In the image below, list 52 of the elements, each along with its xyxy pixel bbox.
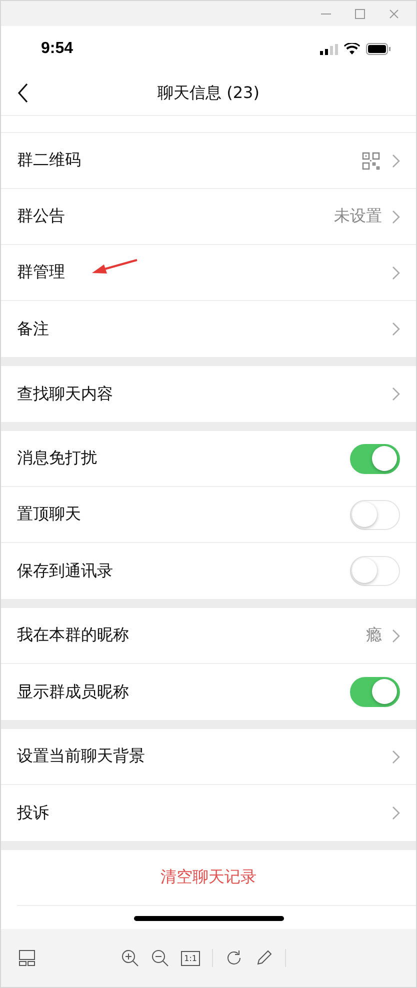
row-label: 置顶聊天 xyxy=(17,504,81,525)
row-label: 我在本群的昵称 xyxy=(17,625,129,646)
status-time: 9:54 xyxy=(41,40,74,58)
row-label: 群公告 xyxy=(17,206,65,227)
settings-row[interactable]: 投诉 xyxy=(1,785,416,841)
row-label: 查找聊天内容 xyxy=(17,384,113,404)
clear-history-button[interactable]: 清空聊天记录 xyxy=(160,867,256,888)
battery-icon xyxy=(366,43,391,55)
toggle-switch[interactable] xyxy=(350,444,400,474)
toggle-row[interactable]: 保存到通讯录 xyxy=(1,543,416,599)
signal-icon xyxy=(320,44,338,54)
row-label: 投诉 xyxy=(17,802,49,824)
wifi-icon xyxy=(344,43,360,55)
chevron-right-icon xyxy=(392,322,400,336)
toggle-row[interactable]: 消息免打扰 xyxy=(1,431,416,487)
chevron-right-icon xyxy=(392,210,400,224)
row-label: 显示群成员昵称 xyxy=(17,682,129,702)
settings-row[interactable]: 查找聊天内容 xyxy=(1,366,416,422)
pencil-icon[interactable] xyxy=(255,949,273,967)
settings-row[interactable]: 群管理 xyxy=(1,245,416,301)
chevron-right-icon xyxy=(392,806,400,820)
page-title: 聊天信息 (23) xyxy=(158,83,260,104)
settings-row[interactable]: 我在本群的昵称 瘾 xyxy=(1,608,416,664)
row-label: 备注 xyxy=(17,318,49,340)
toggle-row[interactable]: 显示群成员昵称 xyxy=(1,664,416,720)
chevron-right-icon xyxy=(392,750,400,764)
row-label: 消息免打扰 xyxy=(17,448,97,469)
zoom-in-icon[interactable] xyxy=(121,949,140,967)
back-icon[interactable] xyxy=(17,83,29,103)
layout-icon[interactable] xyxy=(19,950,35,966)
row-value: 未设置 xyxy=(334,206,382,227)
actual-size-button[interactable]: 1:1 xyxy=(181,950,200,966)
settings-row[interactable]: 群公告 未设置 xyxy=(1,189,416,245)
qr-code-icon xyxy=(362,152,380,170)
maximize-icon[interactable] xyxy=(354,8,366,20)
settings-row[interactable]: 群二维码 xyxy=(1,133,416,189)
chevron-right-icon xyxy=(392,387,400,401)
zoom-out-icon[interactable] xyxy=(151,949,170,967)
rotate-icon[interactable] xyxy=(225,949,243,967)
toggle-row[interactable]: 置顶聊天 xyxy=(1,487,416,543)
chevron-right-icon xyxy=(392,154,400,168)
settings-row[interactable]: 备注 xyxy=(1,301,416,357)
row-label: 群管理 xyxy=(17,262,65,283)
toggle-switch[interactable] xyxy=(350,677,400,707)
chevron-right-icon xyxy=(392,628,400,642)
row-value: 瘾 xyxy=(366,625,382,646)
row-label: 群二维码 xyxy=(17,150,81,171)
close-icon[interactable] xyxy=(388,8,400,20)
row-label: 设置当前聊天背景 xyxy=(17,746,145,767)
row-label: 保存到通讯录 xyxy=(17,560,113,582)
chevron-right-icon xyxy=(392,266,400,280)
settings-row[interactable]: 设置当前聊天背景 xyxy=(1,729,416,785)
